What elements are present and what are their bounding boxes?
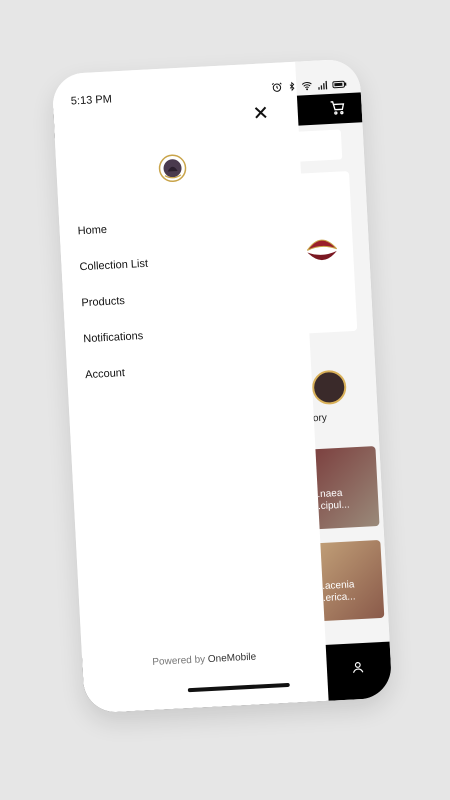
- menu-item-home[interactable]: Home: [77, 222, 147, 262]
- menu-item-collection-list[interactable]: Collection List: [79, 258, 149, 298]
- collection-logo[interactable]: [311, 369, 348, 406]
- signal-icon: [317, 80, 328, 91]
- status-icons: [271, 78, 347, 93]
- menu-item-account[interactable]: Account: [85, 366, 155, 406]
- powered-by-footer: Powered by OneMobile: [82, 648, 326, 672]
- powered-prefix: Powered by: [152, 654, 206, 669]
- alarm-icon: [271, 81, 283, 93]
- menu-item-products[interactable]: Products: [81, 294, 151, 334]
- drawer-menu: Home Collection List Products Notificati…: [77, 222, 155, 405]
- brand-logo: [158, 154, 187, 183]
- battery-icon: [332, 79, 347, 90]
- cart-icon[interactable]: [329, 99, 346, 121]
- bluetooth-icon: [287, 81, 297, 92]
- product-name: ...naea ...cipul...: [311, 487, 350, 513]
- venus-flytrap-image: [306, 239, 338, 261]
- menu-item-notifications[interactable]: Notifications: [83, 330, 153, 370]
- navigation-drawer: Home Collection List Products Notificati…: [51, 61, 329, 714]
- account-icon[interactable]: [351, 660, 366, 680]
- close-icon[interactable]: [253, 105, 268, 120]
- status-time: 5:13 PM: [70, 93, 113, 108]
- wifi-icon: [301, 80, 313, 92]
- product-name: ...acenia ...erica...: [316, 579, 356, 605]
- powered-brand[interactable]: OneMobile: [208, 652, 257, 666]
- phone-frame: ...tory te ...naea ...cipul... ...acenia…: [51, 58, 393, 714]
